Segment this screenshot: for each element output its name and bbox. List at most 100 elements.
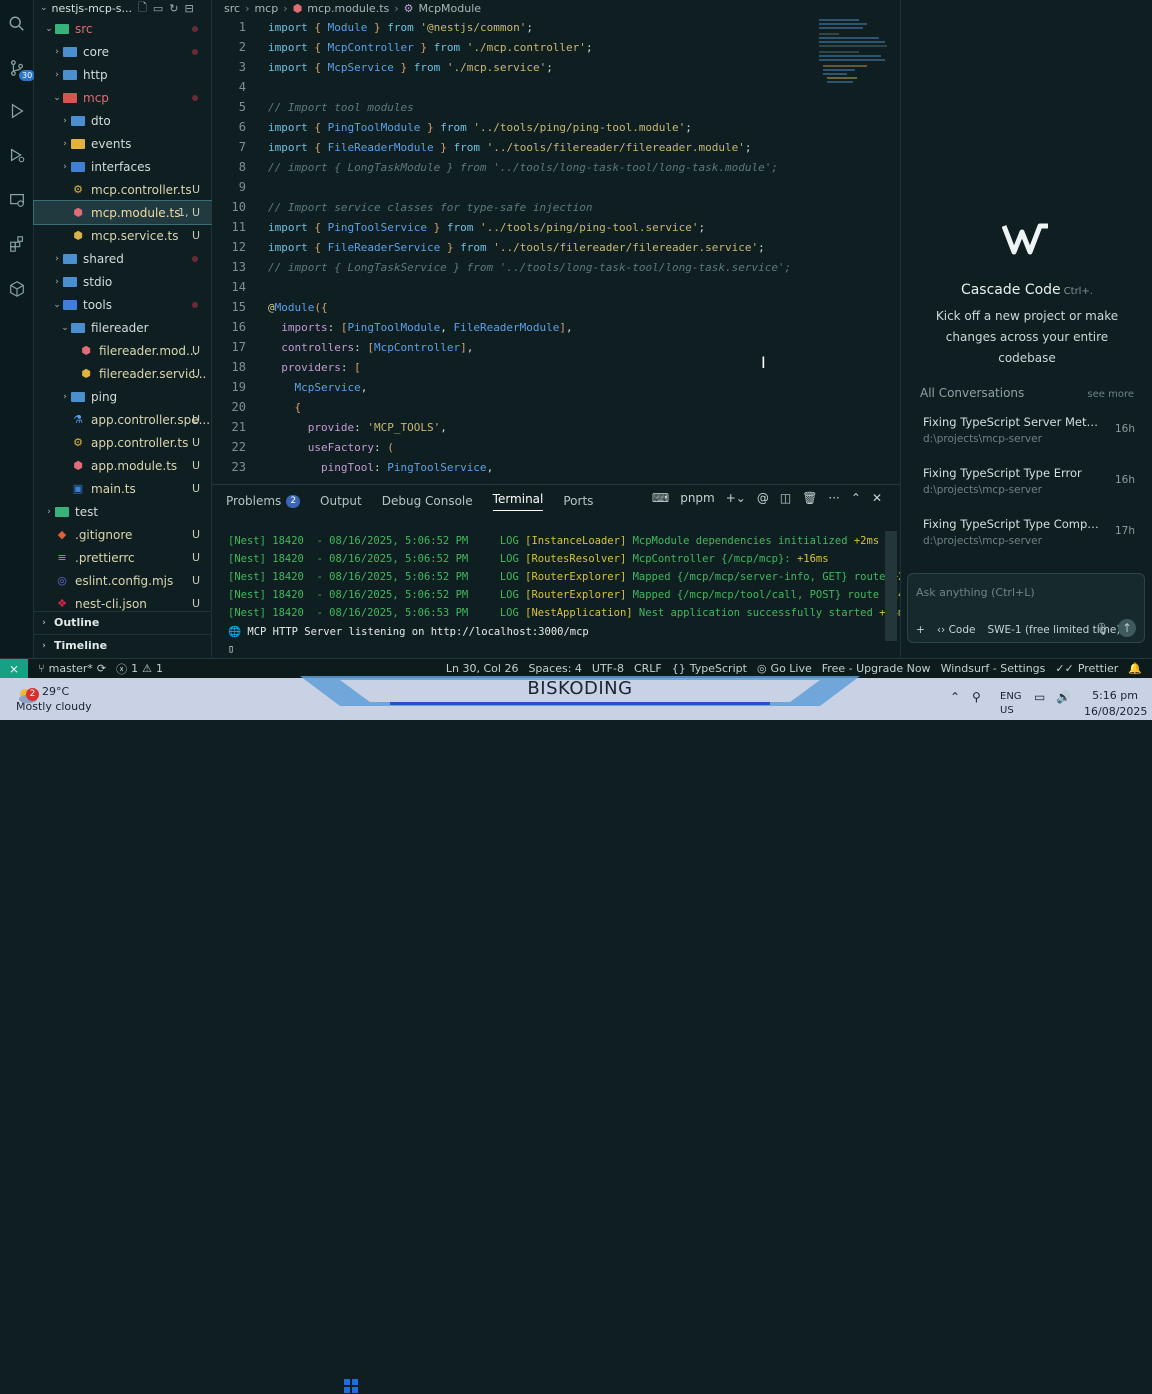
code-line[interactable]: 11 import { PingToolService } from '../to…: [212, 217, 884, 237]
tree-item[interactable]: › http: [34, 63, 212, 86]
notifications-bell-icon[interactable]: 🔔: [1128, 662, 1142, 675]
tree-item[interactable]: ⚙ mcp.controller.ts U: [34, 178, 212, 201]
terminal-shell-label[interactable]: pnpm: [680, 491, 715, 505]
line-endings[interactable]: CRLF: [634, 662, 662, 675]
clock[interactable]: 5:16 pm 16/08/2025: [1084, 688, 1147, 720]
tree-item[interactable]: ⬢ filereader.servic... U: [34, 362, 212, 385]
tree-item[interactable]: › test: [34, 500, 212, 523]
breadcrumb-src[interactable]: src: [224, 2, 240, 15]
new-file-icon[interactable]: 🗋: [138, 0, 147, 18]
chevron-down-icon[interactable]: ⌄: [44, 24, 54, 34]
see-more-link[interactable]: see more: [1087, 389, 1134, 400]
breadcrumb-symbol[interactable]: McpModule: [419, 2, 482, 15]
remote-indicator-icon[interactable]: ⨯: [0, 658, 28, 679]
package-icon[interactable]: [7, 279, 27, 299]
chevron-down-icon[interactable]: ⌄: [40, 3, 48, 13]
tree-item[interactable]: › ping: [34, 385, 212, 408]
tab-ports[interactable]: Ports: [563, 491, 593, 511]
chevron-right-icon[interactable]: ›: [44, 507, 54, 517]
copilot-icon[interactable]: @: [757, 491, 769, 505]
code-line[interactable]: 13 // import { LongTaskService } from '..…: [212, 257, 884, 277]
remote-explorer-icon[interactable]: [7, 190, 27, 210]
code-line[interactable]: 22 useFactory: (: [212, 437, 884, 457]
tree-item[interactable]: › core: [34, 40, 212, 63]
tab-output[interactable]: Output: [320, 491, 362, 511]
code-line[interactable]: 17 controllers: [McpController],: [212, 337, 884, 357]
chat-input-box[interactable]: Ask anything (Ctrl+L) + ‹› Code SWE-1 (f…: [907, 573, 1145, 643]
minimap[interactable]: [817, 17, 889, 87]
tab-debug-console[interactable]: Debug Console: [382, 491, 473, 511]
go-live-button[interactable]: ◎ Go Live: [757, 662, 812, 675]
run-debug-icon[interactable]: [7, 101, 27, 121]
code-line[interactable]: 6 import { PingToolModule } from '../tool…: [212, 117, 884, 137]
code-line[interactable]: 7 import { FileReaderModule } from '../to…: [212, 137, 884, 157]
windsurf-settings[interactable]: Windsurf - Settings: [941, 662, 1046, 675]
tree-item[interactable]: › events: [34, 132, 212, 155]
tree-item[interactable]: ⬢ mcp.service.ts U: [34, 224, 212, 247]
problems-indicator[interactable]: ⓧ 1 ⚠ 1: [116, 661, 163, 677]
more-actions-icon[interactable]: ···: [828, 491, 839, 505]
code-line[interactable]: 20 {: [212, 397, 884, 417]
tree-item[interactable]: ≡ .prettierrc U: [34, 546, 212, 569]
tree-item[interactable]: › interfaces: [34, 155, 212, 178]
prettier-indicator[interactable]: ✓✓ Prettier: [1055, 662, 1118, 675]
tab-terminal[interactable]: Terminal: [492, 491, 544, 511]
add-context-icon[interactable]: +: [916, 624, 925, 636]
trash-icon[interactable]: 🗑: [802, 491, 817, 505]
network-icon[interactable]: ▭: [1034, 690, 1045, 704]
code-line[interactable]: 19 McpService,: [212, 377, 884, 397]
cursor-position[interactable]: Ln 30, Col 26: [446, 662, 519, 675]
code-line[interactable]: 3 import { McpService } from './mcp.servi…: [212, 57, 884, 77]
branch-indicator[interactable]: ⑂ master* ⟳: [38, 662, 106, 675]
conversation-item[interactable]: Fixing TypeScript Type Comparison Error d…: [923, 517, 1135, 547]
send-button[interactable]: ↑: [1118, 619, 1136, 637]
chevron-down-icon[interactable]: ⌄: [52, 300, 62, 310]
tree-item[interactable]: › shared: [34, 247, 212, 270]
tree-item[interactable]: ⬢ app.module.ts U: [34, 454, 212, 477]
tree-item[interactable]: ◆ .gitignore U: [34, 523, 212, 546]
tree-item[interactable]: ⌄ mcp: [34, 86, 212, 109]
maximize-panel-icon[interactable]: ⌃: [851, 491, 861, 505]
tab-problems[interactable]: Problems 2: [226, 491, 301, 511]
code-line[interactable]: 2 import { McpController } from './mcp.co…: [212, 37, 884, 57]
new-folder-icon[interactable]: ▭: [153, 2, 163, 15]
outline-section[interactable]: › Outline: [34, 611, 212, 633]
tree-item[interactable]: ▣ main.ts U: [34, 477, 212, 500]
tree-item[interactable]: ⬢ mcp.module.ts 1, U: [33, 200, 213, 225]
microphone-icon[interactable]: 🎙: [1095, 622, 1110, 636]
conversation-item[interactable]: Fixing TypeScript Server Method Error d:\…: [923, 415, 1135, 445]
windows-start-icon[interactable]: [343, 1378, 359, 1394]
tree-item[interactable]: ◎ eslint.config.mjs U: [34, 569, 212, 592]
add-terminal-icon[interactable]: +⌄: [726, 491, 746, 505]
chevron-right-icon[interactable]: ›: [52, 277, 62, 287]
code-line[interactable]: 12 import { FileReaderService } from '../…: [212, 237, 884, 257]
code-editor[interactable]: src › mcp › ⬢ mcp.module.ts › ⚙ McpModule 1 im…: [212, 0, 1109, 482]
code-line[interactable]: 15 @Module({: [212, 297, 884, 317]
code-line[interactable]: 16 imports: [PingToolModule, FileReaderM…: [212, 317, 884, 337]
chevron-up-icon[interactable]: ⌃: [950, 690, 960, 704]
tree-item[interactable]: ⬢ filereader.mod... U: [34, 339, 212, 362]
code-line[interactable]: 18 providers: [: [212, 357, 884, 377]
terminal-prompt[interactable]: ▯: [228, 640, 888, 658]
extensions-icon[interactable]: [7, 234, 27, 254]
location-icon[interactable]: ⚲: [972, 690, 981, 704]
chevron-right-icon[interactable]: ›: [52, 70, 62, 80]
debug-icon[interactable]: [7, 145, 27, 165]
tree-item[interactable]: ⌄ filereader: [34, 316, 212, 339]
indentation[interactable]: Spaces: 4: [528, 662, 581, 675]
code-line[interactable]: 9: [212, 177, 884, 197]
collapse-all-icon[interactable]: ⊟: [185, 2, 194, 15]
breadcrumb-file[interactable]: mcp.module.ts: [307, 2, 389, 15]
conversation-item[interactable]: Fixing TypeScript Type Error d:\projects\…: [923, 466, 1135, 496]
chevron-right-icon[interactable]: ›: [60, 116, 70, 126]
search-icon[interactable]: [7, 14, 27, 34]
tree-item[interactable]: ⚙ app.controller.ts U: [34, 431, 212, 454]
code-line[interactable]: 4: [212, 77, 884, 97]
code-line[interactable]: 23 pingTool: PingToolService,: [212, 457, 884, 477]
code-line[interactable]: 5 // Import tool modules: [212, 97, 884, 117]
tree-item[interactable]: ⌄ tools: [34, 293, 212, 316]
tree-item[interactable]: ⌄ src: [34, 17, 212, 40]
chevron-right-icon[interactable]: ›: [60, 162, 70, 172]
code-line[interactable]: 14: [212, 277, 884, 297]
tree-item[interactable]: › dto: [34, 109, 212, 132]
